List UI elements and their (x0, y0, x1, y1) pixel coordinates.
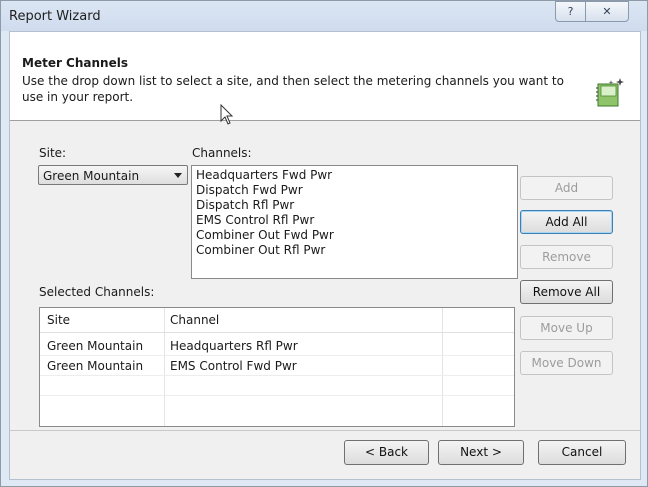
back-button[interactable]: < Back (344, 440, 429, 465)
add-all-button[interactable]: Add All (520, 210, 613, 234)
row-channel-cell: Headquarters Rfl Pwr (170, 339, 298, 353)
channel-list-item[interactable]: Combiner Out Rfl Pwr (196, 243, 325, 257)
close-icon: ✕ (602, 5, 612, 18)
column-divider (164, 308, 165, 426)
page-description: Use the drop down list to select a site,… (22, 74, 564, 104)
channel-list-item[interactable]: Combiner Out Fwd Pwr (196, 228, 334, 242)
footer-divider (10, 430, 640, 431)
close-button[interactable]: ✕ (585, 1, 629, 22)
wizard-notebook-icon (596, 78, 624, 107)
channels-label: Channels: (192, 146, 252, 160)
channel-list-item[interactable]: Dispatch Rfl Pwr (196, 198, 294, 212)
wizard-header: Meter Channels Use the drop down list to… (10, 32, 640, 125)
next-button[interactable]: Next > (438, 440, 524, 465)
row-divider (40, 395, 514, 396)
move-up-button[interactable]: Move Up (520, 316, 613, 340)
wizard-body: Meter Channels Use the drop down list to… (9, 31, 641, 480)
column-divider (442, 308, 443, 426)
help-icon: ? (567, 5, 574, 18)
row-channel-cell: EMS Control Fwd Pwr (170, 359, 297, 373)
channels-listbox[interactable]: Headquarters Fwd Pwr Dispatch Fwd Pwr Di… (191, 165, 518, 279)
row-site-cell: Green Mountain (47, 339, 144, 353)
column-header-site[interactable]: Site (47, 313, 70, 327)
remove-button[interactable]: Remove (520, 245, 613, 269)
row-site-cell: Green Mountain (47, 359, 144, 373)
help-button[interactable]: ? (555, 1, 586, 22)
site-dropdown-value: Green Mountain (43, 169, 140, 183)
report-wizard-window: Report Wizard ? ✕ Meter Channels Use the… (0, 0, 648, 487)
channel-list-item[interactable]: Headquarters Fwd Pwr (196, 168, 332, 182)
title-bar: Report Wizard ? ✕ (1, 1, 647, 31)
chevron-down-icon (174, 173, 182, 178)
row-divider (40, 355, 514, 356)
remove-all-button[interactable]: Remove All (520, 280, 613, 304)
selected-channels-label: Selected Channels: (39, 285, 155, 299)
selected-channels-grid[interactable]: Site Channel Green Mountain Headquarters… (39, 307, 515, 427)
row-divider (40, 375, 514, 376)
mouse-cursor-icon (220, 104, 234, 125)
add-button[interactable]: Add (520, 176, 613, 200)
page-title: Meter Channels (22, 56, 128, 70)
move-down-button[interactable]: Move Down (520, 351, 613, 375)
cancel-button[interactable]: Cancel (538, 440, 626, 465)
site-dropdown[interactable]: Green Mountain (38, 165, 188, 185)
site-label: Site: (39, 146, 67, 160)
channel-list-item[interactable]: Dispatch Fwd Pwr (196, 183, 303, 197)
channel-list-item[interactable]: EMS Control Rfl Pwr (196, 213, 314, 227)
column-header-channel[interactable]: Channel (170, 313, 219, 327)
window-title: Report Wizard (9, 9, 101, 24)
